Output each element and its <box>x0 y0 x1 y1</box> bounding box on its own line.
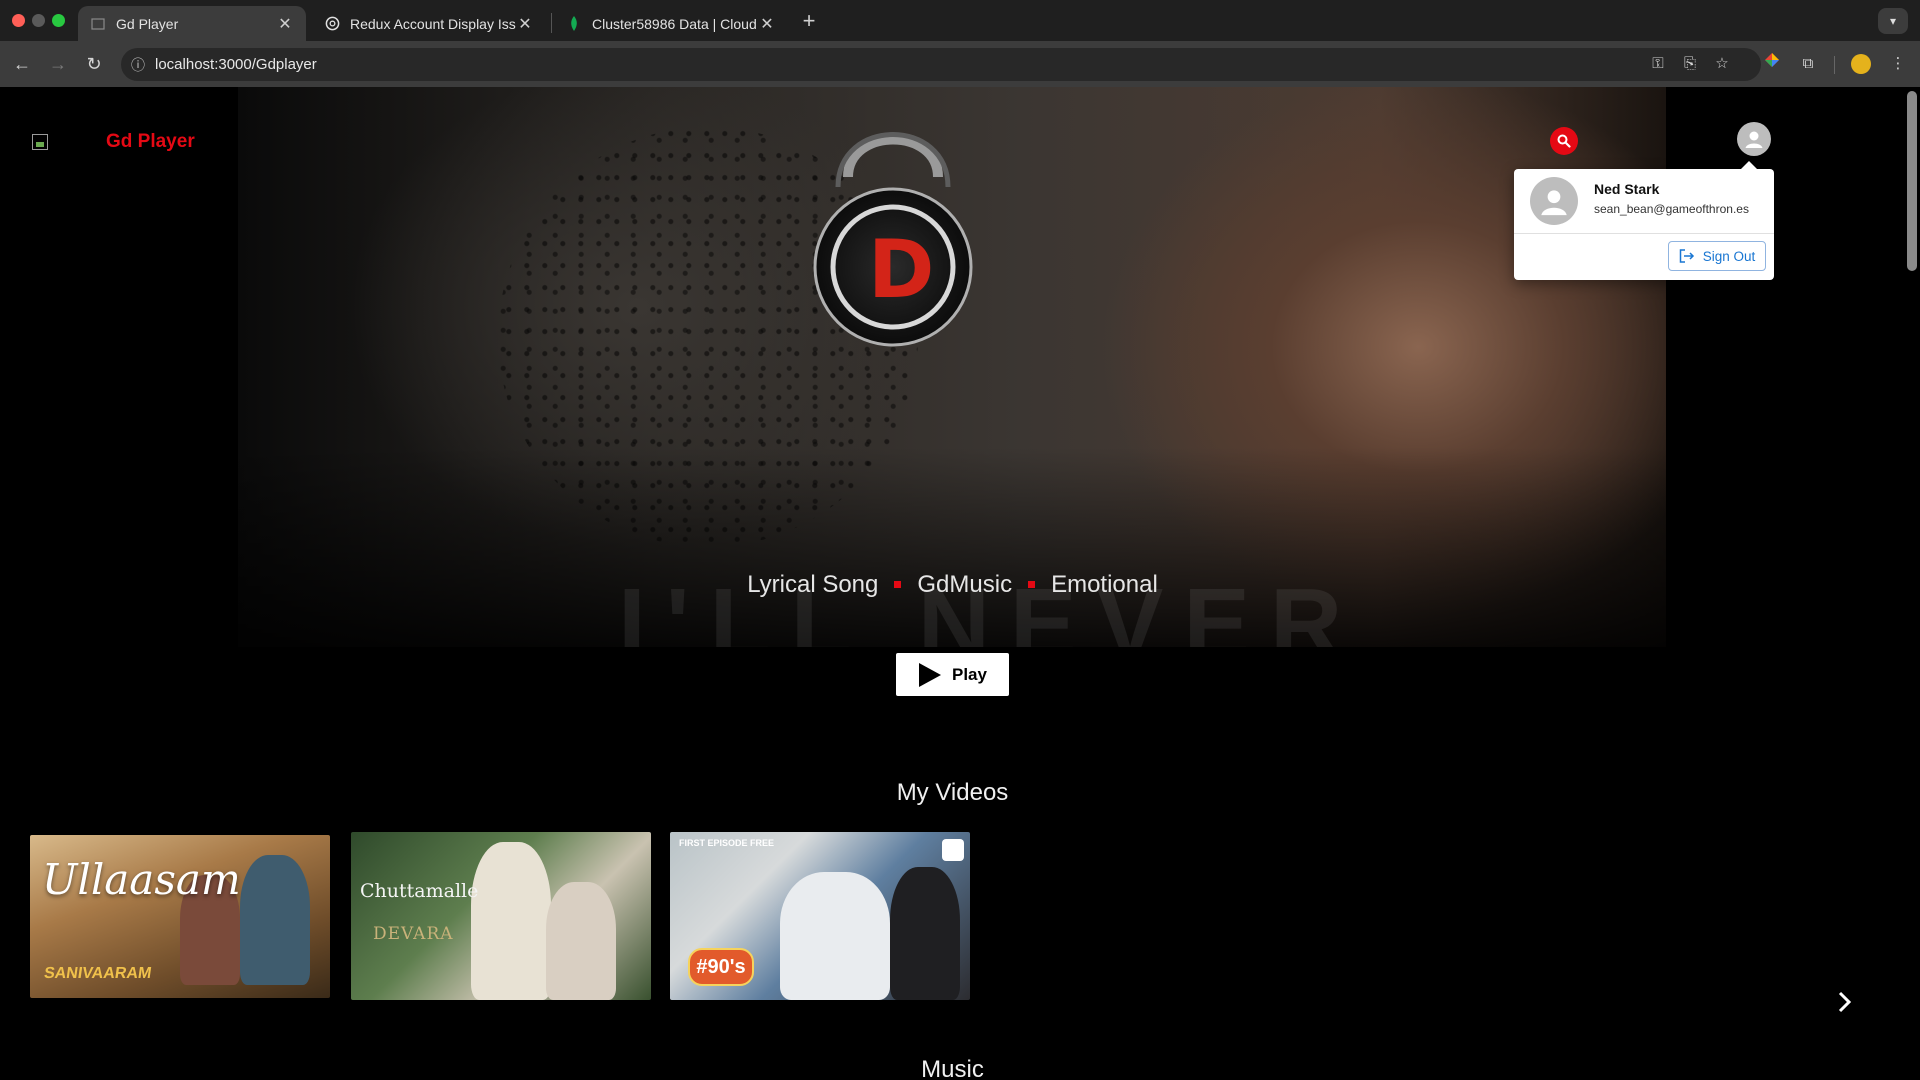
extensions-puzzle-icon[interactable]: ⧉ <box>1794 50 1822 78</box>
maximize-window-button[interactable] <box>52 14 65 27</box>
password-key-icon[interactable]: ⚿ <box>1644 50 1672 78</box>
thumbnail-figure <box>240 855 310 985</box>
app-logo[interactable]: Gd Player <box>32 131 195 153</box>
thumbnail-title: FIRST EPISODE FREE <box>679 838 775 848</box>
thumbnail-subtitle: DEVARA <box>373 924 454 944</box>
browser-tab-bar: Gd Player ✕ Redux Account Display Issue … <box>0 0 1920 41</box>
svg-text:D: D <box>868 223 934 316</box>
mongodb-leaf-icon <box>566 16 582 32</box>
site-info-icon[interactable]: ⓘ <box>121 55 155 75</box>
tab-gd-player[interactable]: Gd Player ✕ <box>78 6 306 41</box>
headphone-logo-icon: D <box>813 132 973 347</box>
sign-out-label: Sign Out <box>1702 248 1756 264</box>
thumbnail-figure <box>471 842 551 1000</box>
video-thumbnail[interactable]: Chuttamalle DEVARA <box>351 832 651 1000</box>
user-account-menu: Ned Stark sean_bean@gameofthron.es Sign … <box>1514 161 1774 280</box>
tab-title: Redux Account Display Issue <box>350 15 516 32</box>
thumbnail-subtitle: #90's <box>688 948 754 986</box>
new-tab-button[interactable]: + <box>795 8 823 36</box>
chevron-right-icon <box>1838 991 1852 1013</box>
tag-separator-dot <box>894 580 902 588</box>
app-logo-text: Gd Player <box>106 131 195 152</box>
toolbar-separator <box>1834 56 1835 74</box>
thumbnail-title: Chuttamalle <box>360 880 479 902</box>
carousel-next-button[interactable] <box>1830 987 1860 1017</box>
thumbnail-figure <box>780 872 890 1000</box>
menu-divider <box>1514 233 1774 234</box>
user-email: sean_bean@gameofthron.es <box>1594 202 1749 216</box>
browser-menu-kebab-icon[interactable]: ⋮ <box>1884 50 1912 78</box>
hero-tag: GdMusic <box>917 571 1013 598</box>
install-app-icon[interactable]: ⎘ <box>1676 50 1704 78</box>
minimize-window-button[interactable] <box>32 14 45 27</box>
color-extension-icon[interactable] <box>1758 50 1786 78</box>
back-arrow-icon[interactable]: ← <box>8 50 36 78</box>
hero-banner: D I'LL NEVER <box>238 87 1666 647</box>
page-scrollbar[interactable] <box>1904 87 1920 1080</box>
play-label: Play <box>952 664 987 684</box>
video-thumbnail[interactable]: FIRST EPISODE FREE #90's <box>670 832 970 1000</box>
browser-profile-avatar[interactable] <box>1851 54 1871 74</box>
menu-caret <box>1741 161 1757 169</box>
logout-icon <box>1679 249 1694 263</box>
tab-close-icon[interactable]: ✕ <box>758 14 776 34</box>
reload-icon[interactable]: ↻ <box>80 50 108 78</box>
thumbnail-checkbox[interactable] <box>942 839 964 861</box>
person-icon <box>1541 190 1567 216</box>
forward-arrow-icon[interactable]: → <box>44 50 72 78</box>
broken-image-icon <box>32 134 48 150</box>
tab-search-chevron-icon[interactable]: ▾ <box>1878 8 1908 34</box>
tag-separator-dot <box>1028 580 1036 588</box>
hero-genre-tags: Lyrical Song GdMusic Emotional <box>0 571 1905 599</box>
page-viewport: D I'LL NEVER Lyrical Song GdMusic Emotiona… <box>0 87 1920 1080</box>
tab-title: Cluster58986 Data | Cloud: M <box>592 15 758 32</box>
tab-separator <box>551 13 552 33</box>
thumbnail-figure <box>546 882 616 1000</box>
menu-avatar <box>1530 177 1578 225</box>
user-name: Ned Stark <box>1594 181 1660 197</box>
tab-redux-account[interactable]: Redux Account Display Issue ✕ <box>312 6 546 41</box>
hero-tag: Emotional <box>1051 571 1158 598</box>
thumbnail-figure <box>890 867 960 1000</box>
tab-close-icon[interactable]: ✕ <box>516 14 534 34</box>
chatgpt-favicon-icon <box>324 16 340 32</box>
search-button[interactable] <box>1550 127 1578 155</box>
tab-title: Gd Player <box>116 15 179 32</box>
section-title-my-videos: My Videos <box>896 779 1009 806</box>
thumbnail-subtitle: SANIVAARAM <box>42 965 153 982</box>
play-button[interactable]: Play <box>896 653 1009 696</box>
section-title-music: Music <box>921 1056 984 1080</box>
bookmark-star-icon[interactable]: ☆ <box>1708 50 1736 78</box>
tab-cluster-data[interactable]: Cluster58986 Data | Cloud: M ✕ <box>554 6 788 41</box>
address-bar[interactable]: ⓘ localhost:3000/Gdplayer <box>121 48 1761 81</box>
video-thumbnail[interactable]: Ullaasam SANIVAARAM <box>30 835 330 998</box>
tab-close-icon[interactable]: ✕ <box>276 14 294 34</box>
search-icon <box>1557 134 1571 148</box>
hero-tag: Lyrical Song <box>747 571 879 598</box>
scrollbar-thumb[interactable] <box>1907 91 1917 271</box>
browser-toolbar: ← → ↻ ⓘ localhost:3000/Gdplayer ⚿ ⎘ ☆ ⧉ … <box>0 41 1920 87</box>
play-icon <box>919 662 941 687</box>
address-url: localhost:3000/Gdplayer <box>155 56 317 73</box>
close-window-button[interactable] <box>12 14 25 27</box>
thumbnail-title: Ullaasam <box>42 855 241 904</box>
user-avatar-button[interactable] <box>1737 122 1771 156</box>
gd-player-favicon-icon <box>90 16 106 32</box>
person-icon <box>1745 131 1763 148</box>
sign-out-button[interactable]: Sign Out <box>1668 241 1766 271</box>
